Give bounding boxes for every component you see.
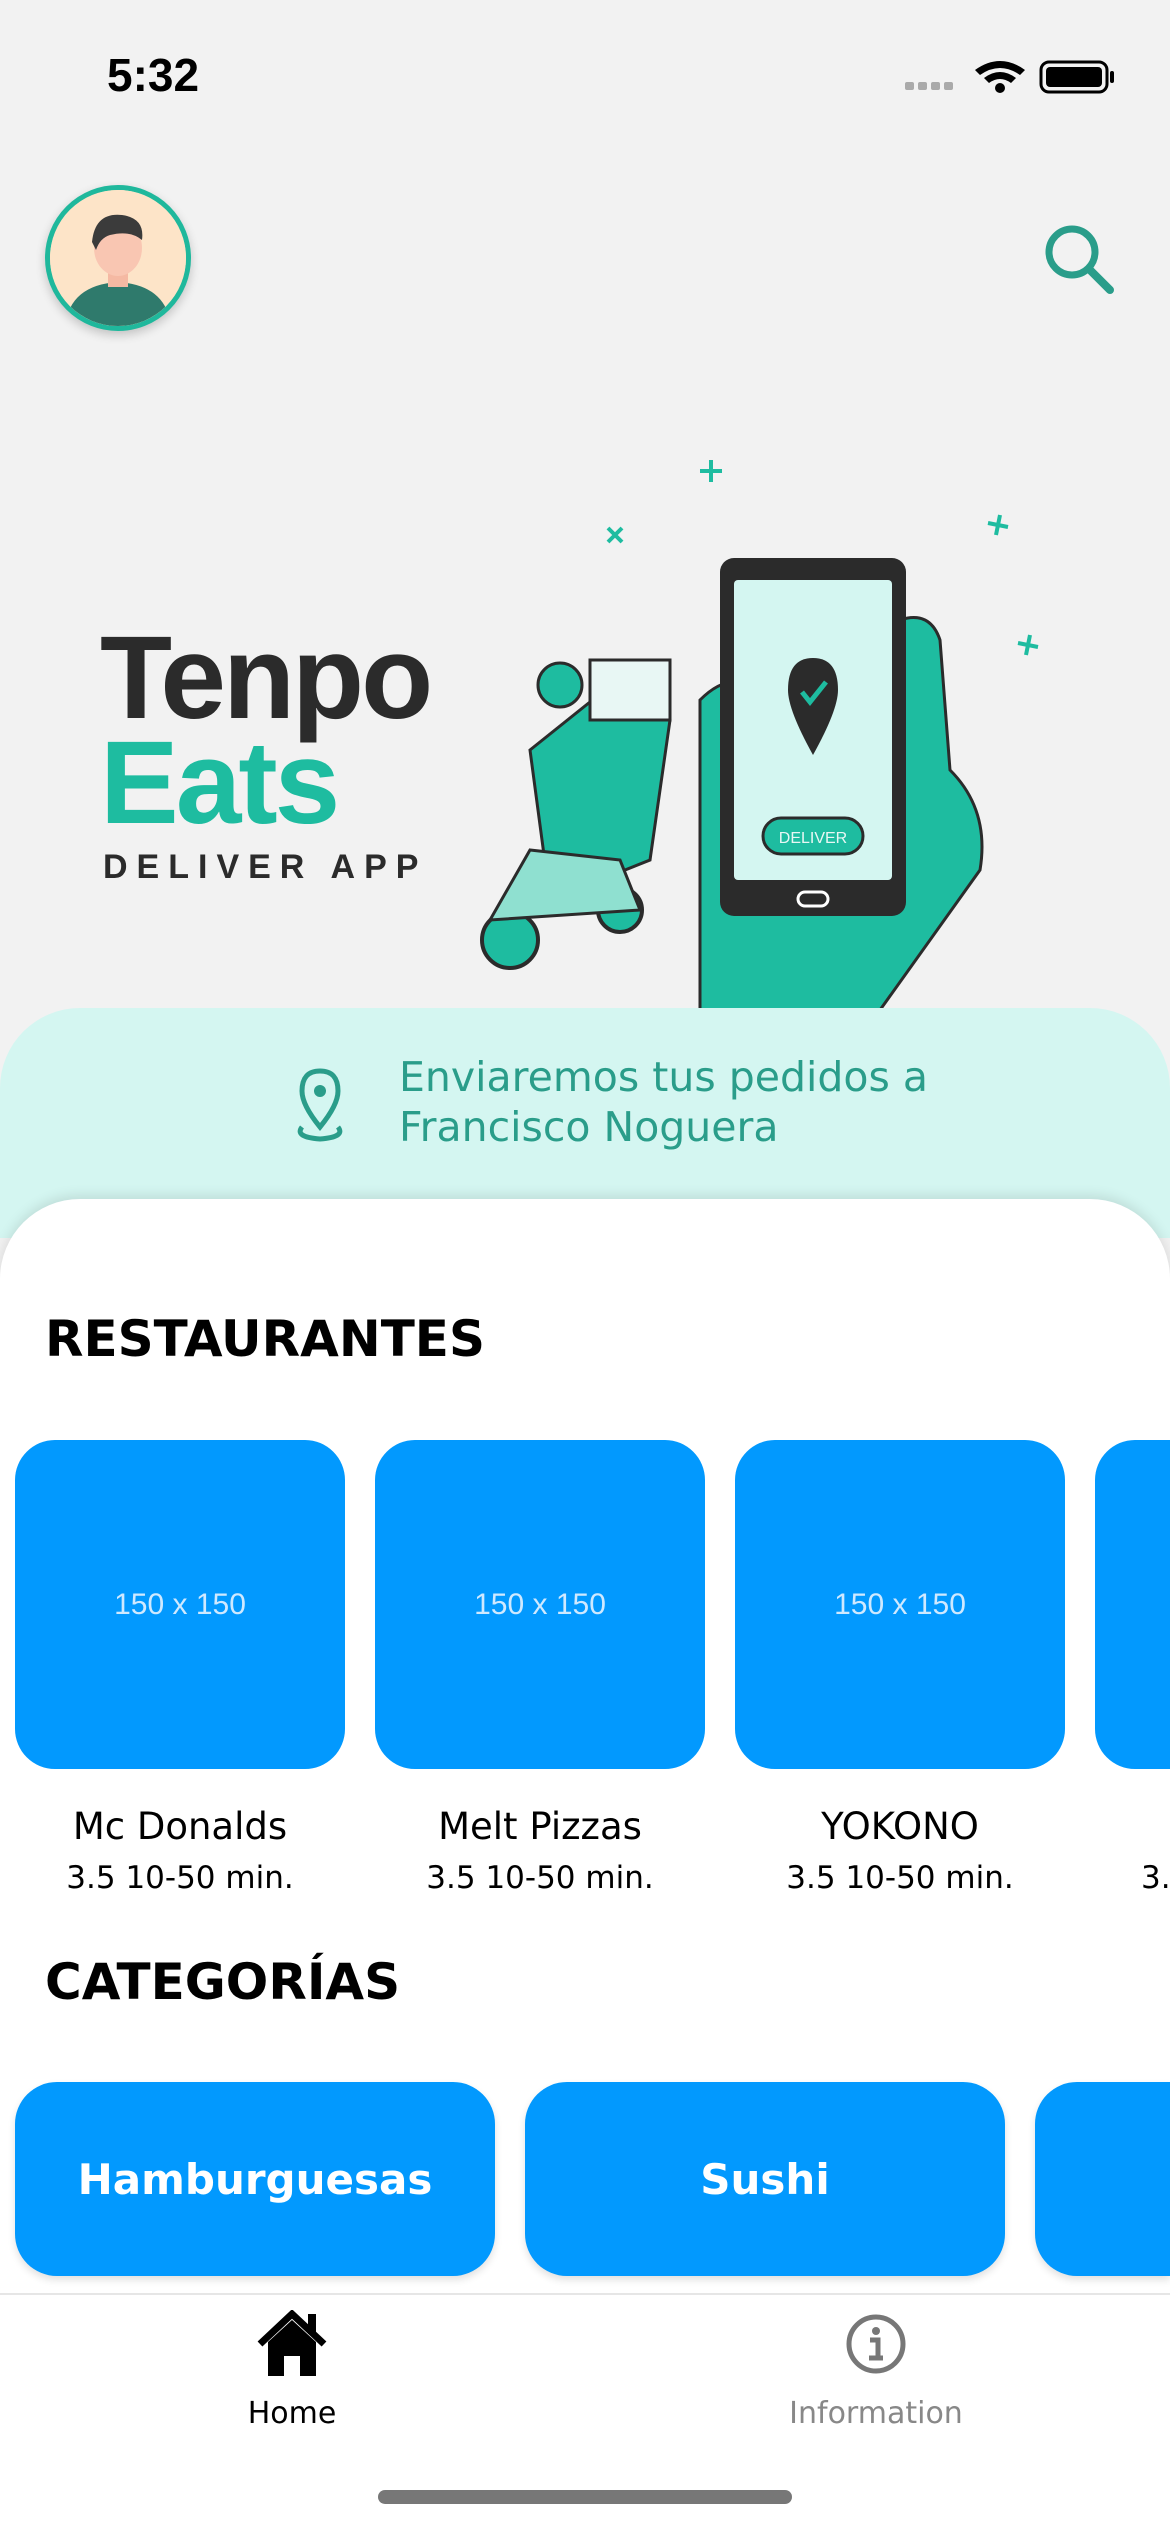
restaurant-name[interactable]: Mc Donalds [15,1805,345,1848]
logo-tagline: DELIVER APP [103,848,428,886]
home-icon [257,2309,327,2376]
status-icons [905,60,1114,94]
restaurant-card-image[interactable]: 150 x 150 [15,1440,345,1769]
user-avatar[interactable] [45,185,191,331]
restaurant-name[interactable]: Melt Pizzas [375,1805,705,1848]
categories-title: CATEGORÍAS [45,1953,401,2011]
phone: DELIVER [720,558,906,916]
restaurant-card-image[interactable]: 150 x 150 [375,1440,705,1769]
scooter-rider [480,658,672,970]
location-name: Francisco Noguera [399,1103,779,1151]
restaurant-card-image[interactable]: 150 x 150 [735,1440,1065,1769]
restaurant-info: 3.5 10-50 min. [426,1860,654,1896]
search-icon[interactable] [1040,220,1120,300]
location-pin-icon [297,1068,343,1142]
home-indicator [378,2490,792,2504]
delivery-illustration: DELIVER [480,460,1039,1010]
restaurants-title: RESTAURANTES [45,1310,485,1368]
restaurant-info: 3.5 10-50 min. [786,1860,1014,1896]
restaurant-info: 3. [1141,1860,1170,1896]
delivery-location-text: Enviaremos tus pedidos a Francisco Nogue… [399,1052,928,1152]
restaurant-name[interactable]: YOKONO [735,1805,1065,1848]
status-time: 5:32 [107,49,200,101]
deliver-illustration-label: DELIVER [779,830,847,847]
wifi-icon [975,61,1025,93]
restaurant-info: 3.5 10-50 min. [66,1860,294,1896]
category-hamburguesas[interactable]: Hamburguesas [15,2082,495,2276]
category-sushi[interactable]: Sushi [525,2082,1005,2276]
info-icon [846,2314,906,2374]
tab-home[interactable]: Home [142,2309,442,2431]
tab-information[interactable]: Information [726,2310,1026,2431]
category-card[interactable] [1035,2082,1170,2276]
avatar-illustration-icon [50,190,186,326]
location-line1: Enviaremos tus pedidos a [399,1053,929,1101]
tab-information-label: Information [789,2396,963,2431]
restaurant-card-image[interactable] [1095,1440,1170,1769]
battery-icon [1039,60,1114,94]
tab-home-label: Home [247,2396,337,2431]
logo-eats: Eats [100,717,340,849]
